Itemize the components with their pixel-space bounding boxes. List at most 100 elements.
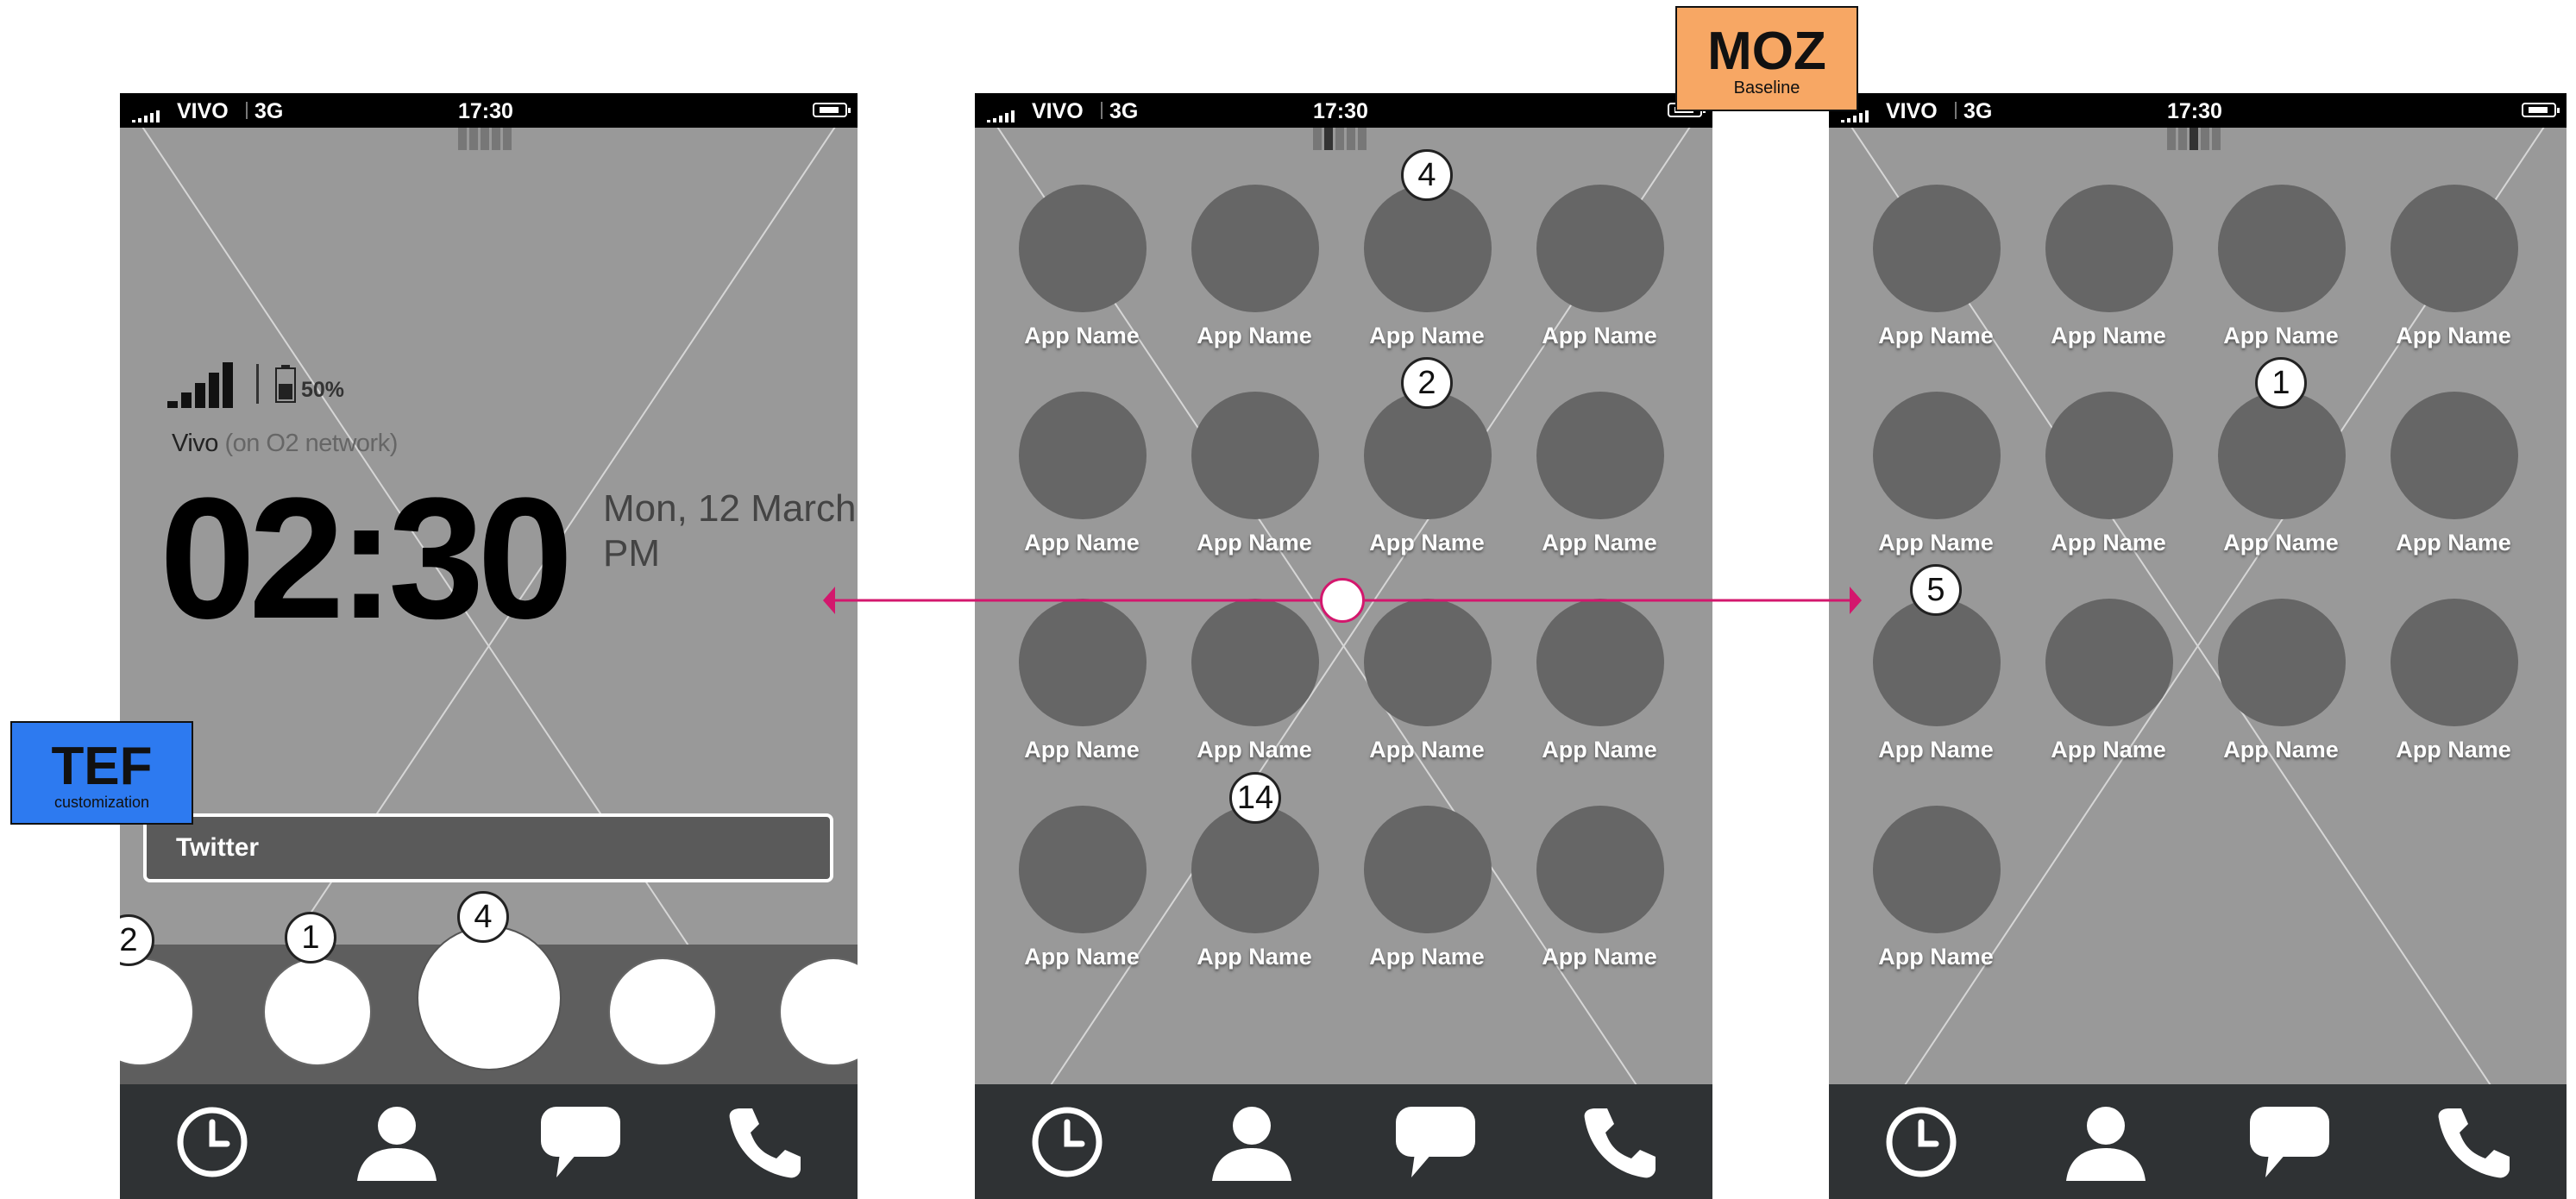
status-time: 17:30 bbox=[1313, 99, 1368, 123]
app-icon-circle bbox=[2218, 392, 2346, 519]
messages-icon[interactable] bbox=[537, 1099, 624, 1185]
carousel-badge: 1 bbox=[285, 912, 336, 964]
carousel-item[interactable] bbox=[263, 957, 372, 1066]
status-separator bbox=[246, 102, 248, 119]
contacts-icon[interactable] bbox=[1209, 1099, 1295, 1185]
status-time: 17:30 bbox=[2167, 99, 2222, 123]
lockscreen-carrier: Vivo (on O2 network) bbox=[172, 430, 398, 458]
app-icon[interactable]: App Name bbox=[2346, 599, 2518, 771]
app-name-label: App Name bbox=[2396, 737, 2511, 763]
app-name-label: App Name bbox=[2396, 323, 2511, 348]
moz-tag-title: MOZ bbox=[1707, 22, 1826, 81]
app-icon-circle bbox=[1873, 185, 2001, 312]
app-icon-circle bbox=[2391, 392, 2518, 519]
clock-icon[interactable] bbox=[1024, 1099, 1110, 1185]
app-name-label: App Name bbox=[1878, 944, 1994, 970]
app-icon-circle bbox=[1019, 806, 1147, 933]
notification-badge: 4 bbox=[1401, 149, 1453, 201]
app-icon[interactable]: App Name bbox=[1829, 599, 2001, 771]
app-icon[interactable]: App Name bbox=[1319, 806, 1492, 978]
tef-tag-title: TEF bbox=[51, 737, 153, 796]
clock-icon[interactable] bbox=[169, 1099, 255, 1185]
app-icon[interactable]: App Name bbox=[2001, 599, 2173, 771]
app-icon[interactable]: App Name bbox=[975, 185, 1147, 357]
network-note: (on O2 network) bbox=[224, 430, 398, 457]
app-icon[interactable]: App Name bbox=[975, 392, 1147, 564]
network-label: 3G bbox=[1963, 99, 1993, 123]
app-icon[interactable]: App Name bbox=[1319, 392, 1492, 564]
app-icon[interactable]: App Name bbox=[975, 599, 1147, 771]
notification-badge: 5 bbox=[1910, 564, 1962, 616]
app-icon[interactable]: App Name bbox=[2173, 599, 2346, 771]
clock-icon[interactable] bbox=[1878, 1099, 1964, 1185]
app-icon-circle bbox=[2218, 599, 2346, 726]
phone-icon[interactable] bbox=[1577, 1099, 1663, 1185]
app-icon[interactable]: App Name bbox=[2173, 185, 2346, 357]
app-icon[interactable]: App Name bbox=[2173, 392, 2346, 564]
app-icon[interactable]: App Name bbox=[1147, 599, 1319, 771]
signal-icon bbox=[1841, 110, 1869, 122]
app-icon[interactable]: App Name bbox=[1319, 599, 1492, 771]
phone-icon[interactable] bbox=[722, 1099, 808, 1185]
app-icon[interactable]: App Name bbox=[1147, 806, 1319, 978]
battery-icon bbox=[2522, 103, 2560, 117]
app-icon[interactable]: App Name bbox=[1319, 185, 1492, 357]
app-icon-circle bbox=[1364, 599, 1492, 726]
status-bar: VIVO 3G 17:30 bbox=[1829, 93, 2567, 128]
tef-tag-subtitle: customization bbox=[53, 794, 150, 811]
phone-icon[interactable] bbox=[2431, 1099, 2517, 1185]
app-icon[interactable]: App Name bbox=[1492, 806, 1664, 978]
signal-icon bbox=[987, 110, 1015, 122]
swipe-handle[interactable] bbox=[1320, 578, 1365, 623]
app-icon[interactable]: App Name bbox=[1829, 185, 2001, 357]
app-icon-circle bbox=[2045, 185, 2173, 312]
app-icon[interactable]: App Name bbox=[1829, 806, 2001, 978]
contacts-icon[interactable] bbox=[2063, 1099, 2149, 1185]
app-icon-circle bbox=[1873, 392, 2001, 519]
lockscreen-battery: 50% bbox=[275, 365, 344, 403]
lockscreen-phone: VIVO 3G 17:30 50% Vivo (on O2 network) 0… bbox=[120, 93, 858, 1199]
contacts-icon[interactable] bbox=[354, 1099, 440, 1185]
homescreen-phone-right: VIVO 3G 17:30 App Name App Name App Name Ap… bbox=[1829, 93, 2567, 1199]
app-name-label: App Name bbox=[2396, 530, 2511, 556]
carousel-item[interactable] bbox=[608, 957, 717, 1066]
app-grid: App Name App Name App Name App Name App Name… bbox=[1829, 93, 2567, 1199]
app-icon-circle bbox=[2045, 392, 2173, 519]
app-icon-circle bbox=[1364, 185, 1492, 312]
messages-icon[interactable] bbox=[2246, 1099, 2333, 1185]
signal-icon bbox=[132, 110, 160, 122]
carrier-label: VIVO bbox=[1886, 99, 1938, 123]
carousel-item[interactable] bbox=[779, 957, 858, 1066]
app-icon-circle bbox=[1191, 599, 1319, 726]
app-icon[interactable]: App Name bbox=[1492, 392, 1664, 564]
network-label: 3G bbox=[1109, 99, 1139, 123]
app-icon[interactable]: App Name bbox=[1492, 599, 1664, 771]
status-bar: VIVO 3G 17:30 bbox=[975, 93, 1712, 128]
lockscreen-signal-icon bbox=[167, 362, 233, 408]
app-icon[interactable]: App Name bbox=[1492, 185, 1664, 357]
app-carousel[interactable] bbox=[120, 926, 858, 1084]
app-icon[interactable]: App Name bbox=[1147, 392, 1319, 564]
app-icon[interactable]: App Name bbox=[2001, 185, 2173, 357]
app-icon-circle bbox=[1536, 392, 1664, 519]
status-separator bbox=[1101, 102, 1103, 119]
app-icon-circle bbox=[1536, 599, 1664, 726]
carousel-item[interactable] bbox=[120, 957, 194, 1066]
app-icon[interactable]: App Name bbox=[1829, 392, 2001, 564]
notification-badge: 14 bbox=[1229, 772, 1281, 824]
app-icon[interactable]: App Name bbox=[2001, 392, 2173, 564]
app-icon[interactable]: App Name bbox=[2346, 185, 2518, 357]
messages-icon[interactable] bbox=[1392, 1099, 1479, 1185]
status-time: 17:30 bbox=[458, 99, 513, 123]
network-label: 3G bbox=[254, 99, 284, 123]
app-icon[interactable]: App Name bbox=[975, 806, 1147, 978]
app-icon-circle bbox=[1536, 806, 1664, 933]
app-name-label: App Name bbox=[1542, 323, 1657, 348]
twitter-notification[interactable]: Twitter bbox=[143, 813, 833, 882]
app-icon[interactable]: App Name bbox=[2346, 392, 2518, 564]
app-name-label: App Name bbox=[1542, 944, 1657, 970]
app-icon-circle bbox=[1191, 806, 1319, 933]
app-icon[interactable]: App Name bbox=[1147, 185, 1319, 357]
moz-tag-subtitle: Baseline bbox=[1733, 78, 1800, 97]
carousel-item-selected[interactable] bbox=[417, 926, 562, 1070]
